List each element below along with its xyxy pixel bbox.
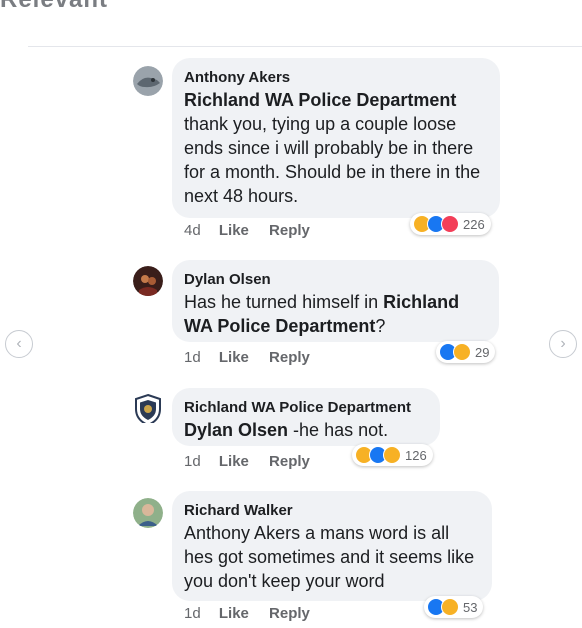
comment-time[interactable]: 1d (184, 605, 201, 622)
comment-text: Richland WA Police Department thank you,… (184, 88, 486, 208)
like-button[interactable]: Like (219, 222, 249, 239)
comment-bubble: Dylan Olsen Has he turned himself in Ric… (172, 260, 499, 342)
like-button[interactable]: Like (219, 605, 249, 622)
comment-actions: 1d Like Reply (184, 453, 326, 470)
reaction-count: 29 (475, 344, 490, 360)
avatar-dylan-icon (133, 266, 163, 296)
like-button[interactable]: Like (219, 453, 249, 470)
reaction-count: 226 (463, 216, 485, 232)
comment-author[interactable]: Richland WA Police Department (184, 398, 426, 418)
comment-actions: 4d Like Reply (184, 222, 326, 239)
reply-button[interactable]: Reply (269, 349, 310, 366)
reaction-summary[interactable]: 53 (424, 596, 484, 618)
comment-feed: Anthony Akers Richland WA Police Departm… (0, 0, 582, 628)
haha-reaction-icon (453, 343, 471, 361)
avatar-anthony-icon (133, 66, 163, 96)
avatar[interactable] (133, 498, 163, 528)
reaction-count: 126 (405, 447, 427, 463)
comment-text: Has he turned himself in Richland WA Pol… (184, 290, 485, 338)
reply-button[interactable]: Reply (269, 222, 310, 239)
wow-reaction-icon (383, 446, 401, 464)
comment-author[interactable]: Richard Walker (184, 501, 478, 521)
comment-time[interactable]: 4d (184, 222, 201, 239)
comment-author[interactable]: Dylan Olsen (184, 270, 485, 290)
avatar[interactable] (133, 66, 163, 96)
reaction-count: 53 (463, 599, 478, 615)
mention-link[interactable]: Dylan Olsen (184, 420, 288, 440)
comment-body: -he has not. (288, 420, 389, 440)
comment-actions: 1d Like Reply (184, 605, 326, 622)
reply-button[interactable]: Reply (269, 605, 310, 622)
comment-text: Anthony Akers a mans word is all hes got… (184, 521, 478, 593)
comment-body: thank you, tying up a couple loose ends … (184, 114, 481, 206)
reaction-summary[interactable]: 226 (410, 213, 491, 235)
comment-time[interactable]: 1d (184, 349, 201, 366)
comment-bubble: Anthony Akers Richland WA Police Departm… (172, 58, 500, 218)
comment-text: Dylan Olsen -he has not. (184, 418, 426, 442)
comment-time[interactable]: 1d (184, 453, 201, 470)
police-badge-icon (135, 393, 161, 423)
reaction-summary[interactable]: 126 (352, 444, 433, 466)
comment-author[interactable]: Anthony Akers (184, 68, 486, 88)
comment-body: Anthony Akers a mans word is all hes got… (184, 523, 475, 591)
comment-bubble: Richland WA Police Department Dylan Olse… (172, 388, 440, 446)
love-reaction-icon (441, 215, 459, 233)
like-button[interactable]: Like (219, 349, 249, 366)
reaction-summary[interactable]: 29 (436, 341, 496, 363)
avatar[interactable] (133, 266, 163, 296)
next-arrow-icon[interactable]: › (549, 330, 577, 358)
comment-actions: 1d Like Reply (184, 349, 326, 366)
reply-button[interactable]: Reply (269, 453, 310, 470)
comment-bubble: Richard Walker Anthony Akers a mans word… (172, 491, 492, 601)
comment-body-suffix: ? (375, 316, 386, 336)
avatar-richard-icon (133, 498, 163, 528)
previous-arrow-icon[interactable]: ‹ (5, 330, 33, 358)
haha-reaction-icon (441, 598, 459, 616)
comment-body: Has he turned himself in (184, 292, 384, 312)
mention-link[interactable]: Richland WA Police Department (184, 90, 456, 110)
avatar[interactable] (133, 393, 163, 423)
